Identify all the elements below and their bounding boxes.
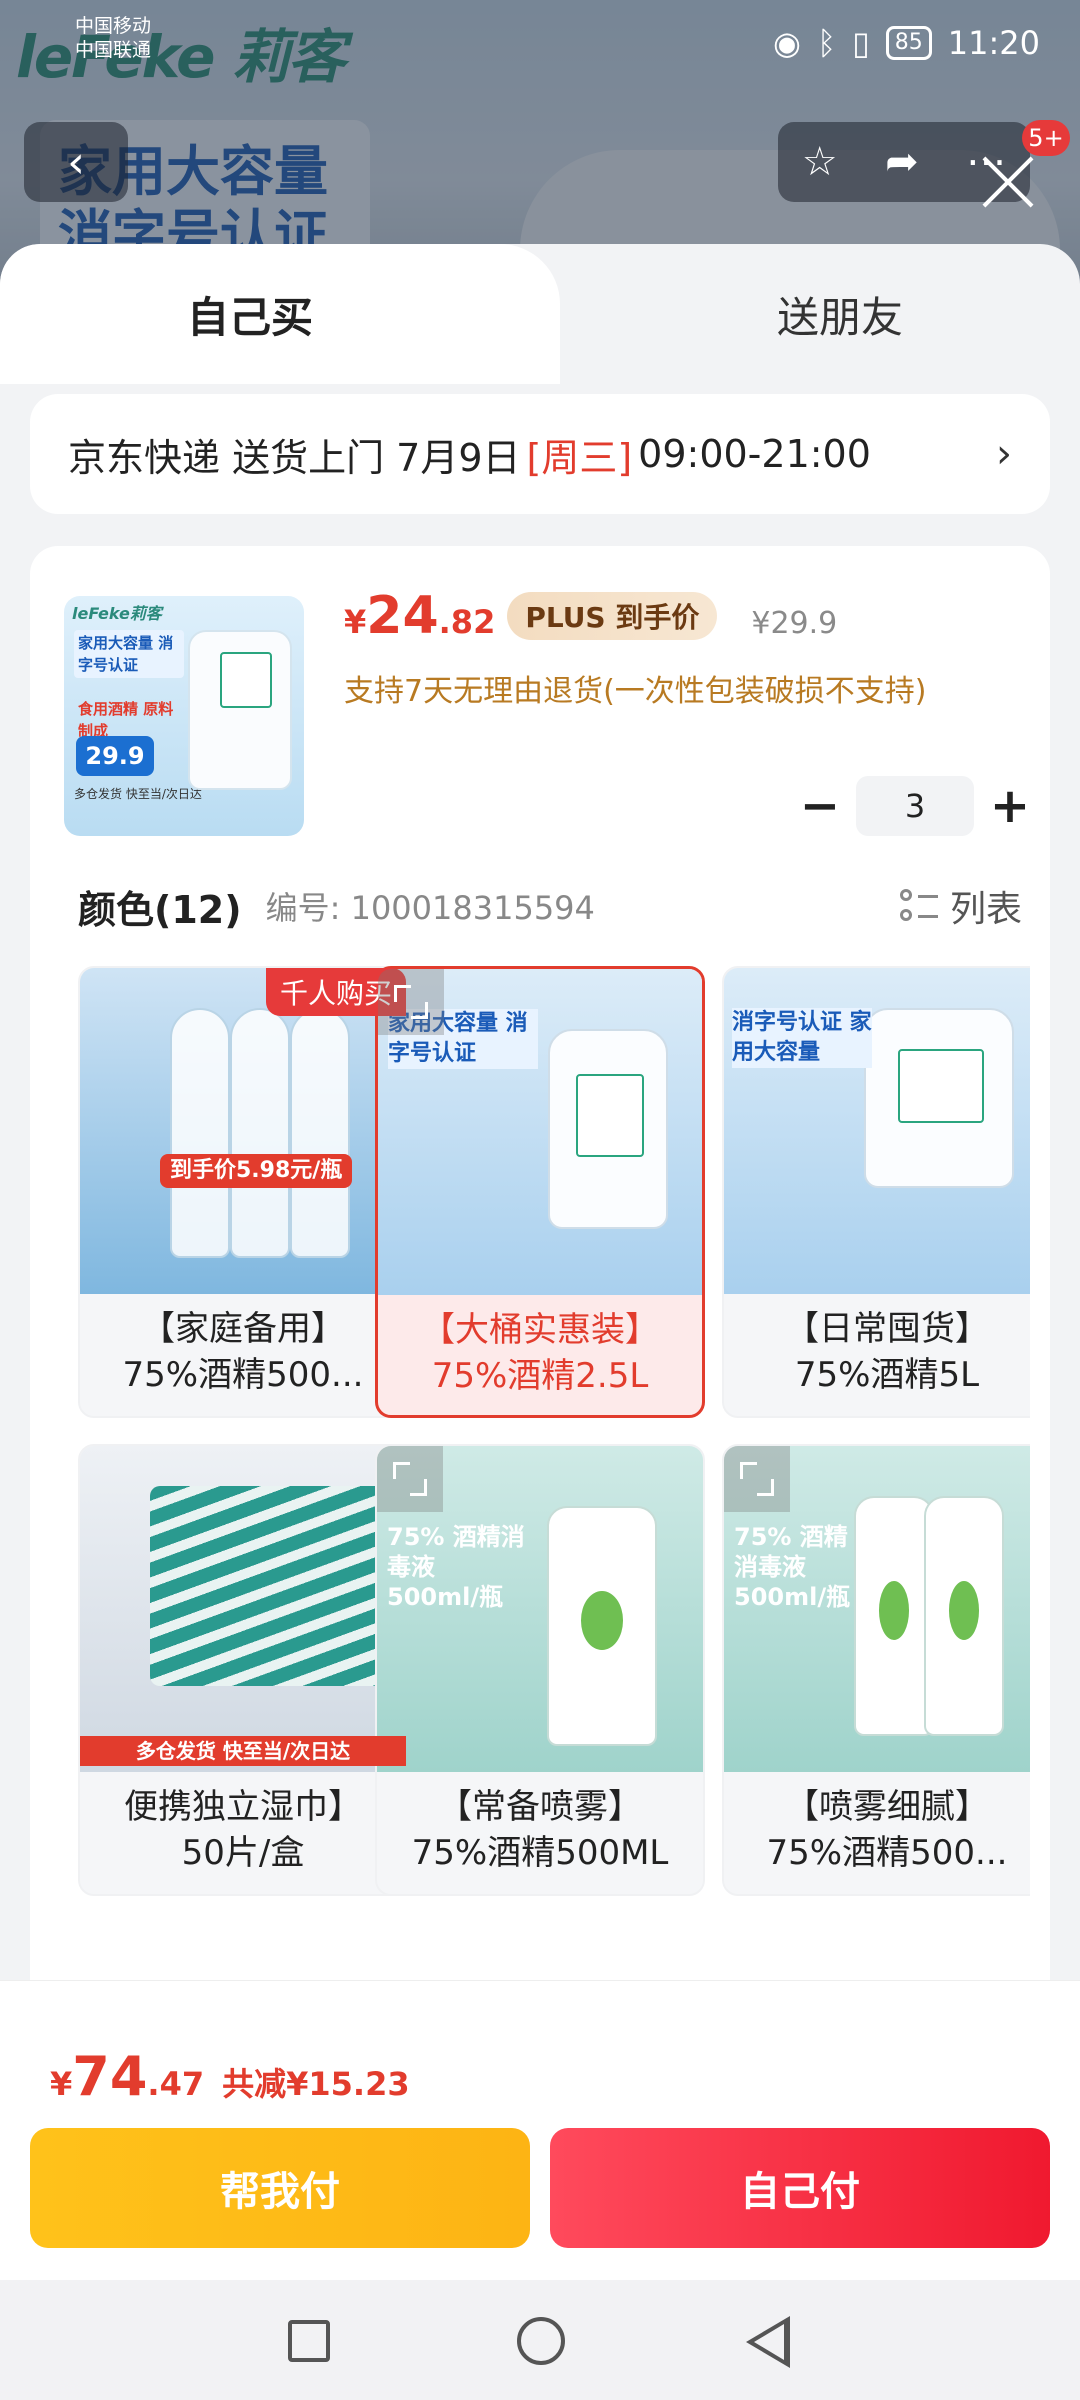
purchase-tabs: 自己买 送朋友: [0, 244, 1080, 384]
total-price: ¥74.47: [50, 2045, 205, 2108]
plus-price: ¥24.82: [344, 586, 496, 646]
variant-section-header: 颜色(12) 编号: 100018315594 列表: [78, 876, 1022, 936]
expand-icon[interactable]: [377, 1446, 443, 1512]
quantity-stepper: − +: [784, 776, 1046, 836]
vibrate-icon: ▯: [852, 24, 870, 62]
eye-icon: ◉: [773, 24, 801, 62]
list-icon: [899, 887, 938, 925]
variant-image: 多仓发货 快至当/次日达: [80, 1446, 406, 1772]
return-policy: 支持7天无理由退货(一次性包装破损不支持): [344, 674, 927, 709]
battery-indicator: 85: [885, 26, 932, 60]
delivery-info: 京东快递 送货上门 7月9日: [68, 435, 521, 480]
total-saving: 共减¥15.23: [222, 2065, 410, 2103]
variant-option[interactable]: 75% 酒精消毒液 500ml/瓶 【喷雾细腻】 75%酒精500...: [722, 1444, 1030, 1896]
expand-icon[interactable]: [378, 969, 444, 1035]
product-thumbnail[interactable]: leFeke莉客 家用大容量 消字号认证 食用酒精 原料制成 29.9 多仓发货…: [64, 596, 304, 836]
star-icon[interactable]: ☆: [802, 139, 838, 185]
variant-label: 便携独立湿巾】 50片/盒: [124, 1787, 362, 1873]
purchase-sheet: 自己买 送朋友 京东快递 送货上门 7月9日 [周三] 09:00-21:00 …: [0, 244, 1080, 1980]
variant-label: 【喷雾细腻】 75%酒精500...: [766, 1787, 1008, 1873]
plus-icon[interactable]: +: [974, 776, 1046, 836]
list-view-toggle[interactable]: 列表: [899, 880, 1022, 932]
variant-image: 到手价5.98元/瓶: [80, 968, 406, 1294]
friend-pay-button[interactable]: 帮我付: [30, 2128, 530, 2248]
variant-label: 【日常囤货】 75%酒精5L: [785, 1309, 989, 1395]
product-jug-image: [188, 630, 292, 790]
variant-image: 75% 酒精消毒液 500ml/瓶: [377, 1446, 703, 1772]
variant-option[interactable]: 到手价5.98元/瓶 千人购买 【家庭备用】 75%酒精500...: [78, 966, 408, 1418]
original-price: ¥29.9: [751, 606, 838, 641]
order-total-bar: ¥74.47 共减¥15.23: [0, 1980, 1080, 2116]
delivery-weekday: [周三]: [526, 435, 633, 480]
variant-image: 75% 酒精消毒液 500ml/瓶: [724, 1446, 1030, 1772]
variant-option[interactable]: 消字号认证 家用大容量 【日常囤货】 75%酒精5L: [722, 966, 1030, 1418]
carrier-info: 中国移动 中国联通: [75, 15, 152, 61]
minus-icon[interactable]: −: [784, 776, 856, 836]
cart-badge: 5+: [1022, 120, 1070, 156]
variant-count-title: 颜色(12): [78, 887, 242, 932]
share-icon[interactable]: ➦: [885, 139, 919, 185]
bluetooth-icon: ᛒ: [816, 24, 837, 62]
delivery-option[interactable]: 京东快递 送货上门 7月9日 [周三] 09:00-21:00 ›: [30, 394, 1050, 514]
chevron-left-icon: ‹: [67, 136, 85, 188]
variant-label: 【大桶实惠装】 75%酒精2.5L: [421, 1310, 659, 1396]
expand-icon[interactable]: [724, 1446, 790, 1512]
status-bar: 中国移动 中国联通 ◉ ᛒ ▯ 85 11:20: [0, 0, 1080, 90]
plus-price-tag: PLUS 到手价: [507, 592, 718, 640]
variant-image: 家用大容量 消字号认证: [378, 969, 702, 1295]
home-icon[interactable]: [517, 2317, 565, 2365]
system-navigation-bar: [0, 2280, 1080, 2400]
variant-label: 【家庭备用】 75%酒精500...: [122, 1309, 364, 1395]
variant-option[interactable]: 75% 酒精消毒液 500ml/瓶 【常备喷雾】 75%酒精500ML: [375, 1444, 705, 1896]
variant-option-selected[interactable]: 家用大容量 消字号认证 【大桶实惠装】 75%酒精2.5L: [375, 966, 705, 1418]
price-row: ¥24.82 PLUS 到手价 ¥29.9: [344, 586, 837, 646]
variant-option[interactable]: 多仓发货 快至当/次日达 便携独立湿巾】 50片/盒: [78, 1444, 408, 1896]
quantity-field[interactable]: [856, 776, 974, 836]
back-button[interactable]: ‹: [24, 122, 128, 202]
close-icon[interactable]: [978, 152, 1038, 212]
chevron-right-icon: ›: [996, 431, 1012, 477]
product-code: 编号: 100018315594: [265, 889, 595, 927]
clock: 11:20: [947, 24, 1040, 62]
variant-image: 消字号认证 家用大容量: [724, 968, 1030, 1294]
self-pay-button[interactable]: 自己付: [550, 2128, 1050, 2248]
back-triangle-icon[interactable]: [746, 2316, 790, 2368]
recent-apps-icon[interactable]: [288, 2320, 330, 2362]
tab-gift-friend[interactable]: 送朋友: [560, 244, 1080, 384]
variant-label: 【常备喷雾】 75%酒精500ML: [411, 1787, 669, 1873]
delivery-window: 09:00-21:00: [638, 432, 871, 476]
status-icons: ◉ ᛒ ▯ 85 11:20: [773, 24, 1040, 62]
tab-buy-self[interactable]: 自己买: [0, 244, 560, 384]
variant-grid: 到手价5.98元/瓶 千人购买 【家庭备用】 75%酒精500... 家用大容量…: [78, 966, 1030, 1926]
payment-actions: 帮我付 自己付: [0, 2116, 1080, 2280]
product-card: leFeke莉客 家用大容量 消字号认证 食用酒精 原料制成 29.9 多仓发货…: [30, 546, 1050, 1980]
